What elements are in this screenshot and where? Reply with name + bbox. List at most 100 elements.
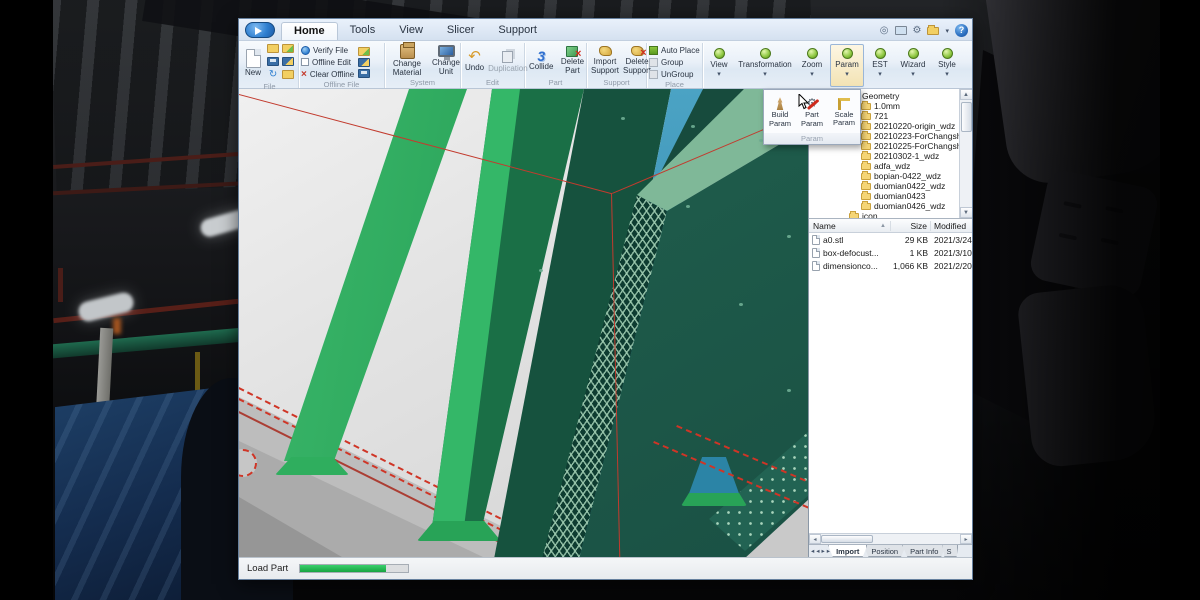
param-dropdown-menu: Build Param ⚙ Part Param Scale Param Par…: [763, 89, 861, 145]
group-place: Auto Place Group UnGroup Place: [647, 43, 703, 88]
offline-save-icon[interactable]: [358, 69, 370, 78]
panel-tab-part-info[interactable]: Part Info: [902, 545, 946, 557]
tree-item[interactable]: duomian0422_wdz: [809, 181, 958, 191]
tree-item[interactable]: adfa_wdz: [809, 161, 958, 171]
scroll-right-icon[interactable]: ▸: [960, 534, 972, 544]
tab-support[interactable]: Support: [486, 22, 549, 40]
column-header-name[interactable]: Name ▲: [809, 221, 891, 231]
style-dropdown[interactable]: Style ▾: [932, 44, 962, 87]
auto-place-button[interactable]: Auto Place: [649, 44, 700, 56]
ceiling-light: [76, 291, 135, 324]
part-plate-foot: [681, 493, 747, 506]
save-as-icon[interactable]: [282, 57, 294, 66]
panel-tab-position[interactable]: Position: [863, 545, 906, 557]
status-bar: Load Part: [239, 557, 972, 579]
panel-tab-clipped[interactable]: S: [942, 545, 958, 557]
shadow-overlay: [940, 0, 1160, 600]
nav-first-icon[interactable]: ◂: [811, 547, 814, 555]
monitor-icon[interactable]: [895, 26, 907, 35]
help-icon[interactable]: ?: [955, 24, 968, 37]
collide-button[interactable]: 3 Collide: [527, 50, 555, 72]
scrollbar-thumb[interactable]: [961, 102, 972, 132]
tab-home[interactable]: Home: [281, 22, 338, 40]
group-icon: [649, 58, 658, 67]
change-material-button[interactable]: Change Material: [387, 44, 427, 78]
build-param-item[interactable]: Build Param: [765, 97, 795, 128]
open-folder-icon[interactable]: [267, 44, 279, 53]
ungroup-button[interactable]: UnGroup: [649, 68, 693, 80]
tree-item[interactable]: 20210302-1_wdz: [809, 151, 958, 161]
folder-icon: [861, 113, 871, 120]
file-icon: [812, 235, 820, 245]
tab-view[interactable]: View: [387, 22, 435, 40]
folder-icon: [861, 173, 871, 180]
chevron-down-icon[interactable]: ▾: [945, 27, 949, 35]
new-button[interactable]: New: [243, 49, 263, 78]
mouse-cursor: [798, 94, 810, 110]
3d-viewport[interactable]: [239, 89, 809, 557]
wizard-dropdown[interactable]: Wizard ▾: [896, 44, 930, 87]
ribbon-tabs: Home Tools View Slicer Support: [281, 22, 549, 40]
group-file: New ↻ File: [241, 43, 299, 88]
theme-folder-icon[interactable]: [927, 27, 939, 35]
import-folder-icon[interactable]: [282, 44, 294, 53]
scale-param-icon: [838, 98, 850, 110]
folder-icon: [861, 103, 871, 110]
group-offline-file: Verify File Offline Edit × Clear Offline: [299, 43, 385, 88]
tab-slicer[interactable]: Slicer: [435, 22, 487, 40]
panel-tab-import[interactable]: Import: [828, 545, 867, 557]
offline-folder-icon[interactable]: [358, 47, 370, 56]
scroll-down-icon[interactable]: ▼: [960, 207, 973, 218]
dropdown-button-group: View ▾ Transformation ▾ Zoom ▾ Param ▾: [703, 43, 963, 88]
transformation-dropdown[interactable]: Transformation ▾: [736, 44, 794, 87]
est-dropdown[interactable]: EST ▾: [866, 44, 894, 87]
zoom-dropdown[interactable]: Zoom ▾: [796, 44, 828, 87]
group-system: Change Material Change Unit System: [385, 43, 461, 88]
tree-item[interactable]: bopian-0422_wdz: [809, 171, 958, 181]
tree-scrollbar[interactable]: ▲ ▼: [959, 89, 972, 218]
new-document-icon: [246, 49, 261, 68]
orb-icon: [807, 48, 818, 59]
monitor-icon: [438, 45, 455, 57]
folder-icon: [861, 143, 871, 150]
clear-offline-button[interactable]: × Clear Offline: [301, 68, 354, 80]
tree-item-icon-folder[interactable]: icon: [809, 211, 958, 219]
group-button[interactable]: Group: [649, 56, 683, 68]
file-list-hscrollbar[interactable]: ◂ ▸: [809, 533, 972, 544]
screen: Home Tools View Slicer Support ◎ ⚙ ▾ ?: [0, 0, 1200, 600]
scroll-left-icon[interactable]: ◂: [809, 534, 821, 544]
tree-item[interactable]: duomian0426_wdz: [809, 201, 958, 211]
scrollbar-thumb[interactable]: [821, 535, 873, 543]
tab-tools[interactable]: Tools: [338, 22, 388, 40]
scroll-up-icon[interactable]: ▲: [960, 89, 973, 100]
file-row[interactable]: box-defocust... 1 KB 2021/3/10 18:1.: [809, 246, 972, 259]
group-label-support: Support: [589, 78, 644, 88]
view-dropdown[interactable]: View ▾: [704, 44, 734, 87]
titlebar-icons: ◎ ⚙ ▾ ?: [880, 24, 968, 40]
file-row[interactable]: a0.stl 29 KB 2021/3/24 18:3.: [809, 233, 972, 246]
gear-icon[interactable]: ⚙: [913, 26, 922, 36]
ring-icon[interactable]: ◎: [880, 26, 889, 36]
file-quick-icons: ↻: [267, 44, 296, 82]
scale-param-item[interactable]: Scale Param: [829, 98, 859, 128]
offline-edit-checkbox[interactable]: Offline Edit: [301, 56, 354, 68]
nav-next-icon[interactable]: ▸: [822, 547, 825, 555]
param-dropdown[interactable]: Param ▾: [830, 44, 864, 87]
sync-icon[interactable]: ↻: [267, 70, 279, 79]
undo-button[interactable]: ↶ Undo: [463, 50, 486, 73]
import-support-button[interactable]: Import Support: [589, 46, 621, 76]
nav-prev-icon[interactable]: ◂: [816, 547, 819, 555]
duplication-button[interactable]: Duplication: [486, 48, 530, 74]
delete-part-button[interactable]: × Delete Part: [555, 46, 589, 76]
column-header-size[interactable]: Size: [891, 221, 931, 231]
recent-folder-icon[interactable]: [282, 70, 294, 79]
application-menu-button[interactable]: [245, 22, 275, 38]
tree-item[interactable]: duomian0423: [809, 191, 958, 201]
column-header-modified[interactable]: Modified: [931, 221, 972, 231]
save-icon[interactable]: [267, 57, 279, 66]
file-row[interactable]: dimensionco... 1,066 KB 2021/2/20 19:4.: [809, 259, 972, 272]
verify-file-button[interactable]: Verify File: [301, 44, 354, 56]
offline-sync-icon[interactable]: [358, 58, 370, 67]
change-unit-button[interactable]: Change Unit: [427, 45, 465, 77]
file-icon: [812, 248, 820, 258]
